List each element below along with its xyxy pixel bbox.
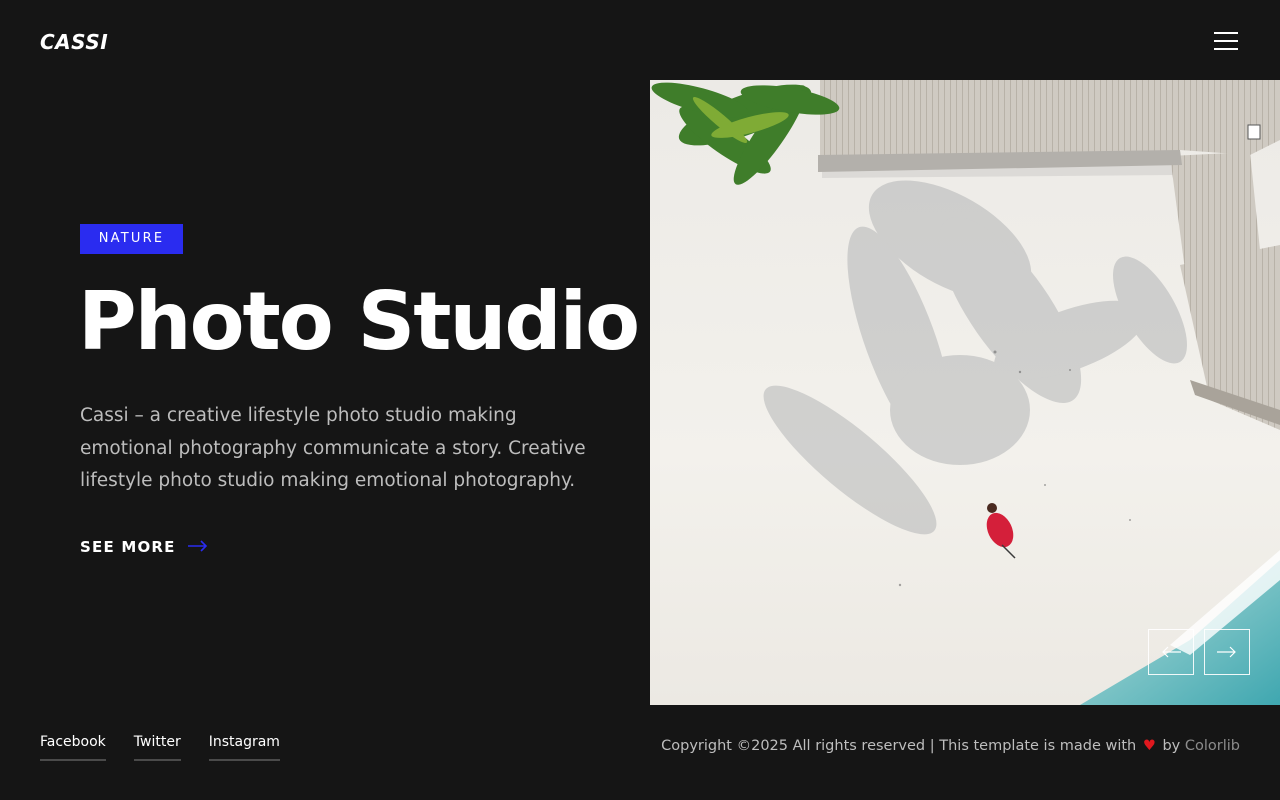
heart-icon: ♥ <box>1142 738 1156 754</box>
copyright-by: by <box>1162 738 1181 754</box>
slider-next-button[interactable] <box>1204 629 1250 675</box>
see-more-link[interactable]: SEE MORE <box>80 538 208 556</box>
hero-title: Photo Studio <box>78 275 640 368</box>
social-link-facebook[interactable]: Facebook <box>40 734 106 761</box>
arrow-right-icon <box>187 540 207 552</box>
arrow-left-icon <box>1162 646 1181 658</box>
hero-description: Cassi – a creative lifestyle photo studi… <box>80 405 586 491</box>
category-tag[interactable]: NATURE <box>80 224 183 254</box>
social-links: Facebook Twitter Instagram <box>40 734 308 761</box>
hero-image <box>650 80 1280 705</box>
colorlib-link[interactable]: Colorlib <box>1185 738 1240 754</box>
hamburger-menu-icon[interactable] <box>1214 32 1239 52</box>
arrow-right-icon <box>1217 646 1236 658</box>
copyright-text: Copyright ©2025 All rights reserved | Th… <box>661 738 1240 754</box>
social-link-twitter[interactable]: Twitter <box>133 734 181 761</box>
see-more-label: SEE MORE <box>80 538 176 556</box>
social-link-instagram[interactable]: Instagram <box>208 734 280 761</box>
brand-logo[interactable]: CASSI <box>40 30 108 54</box>
slider-prev-button[interactable] <box>1148 629 1194 675</box>
copyright-prefix: Copyright ©2025 All rights reserved | Th… <box>661 738 1137 754</box>
